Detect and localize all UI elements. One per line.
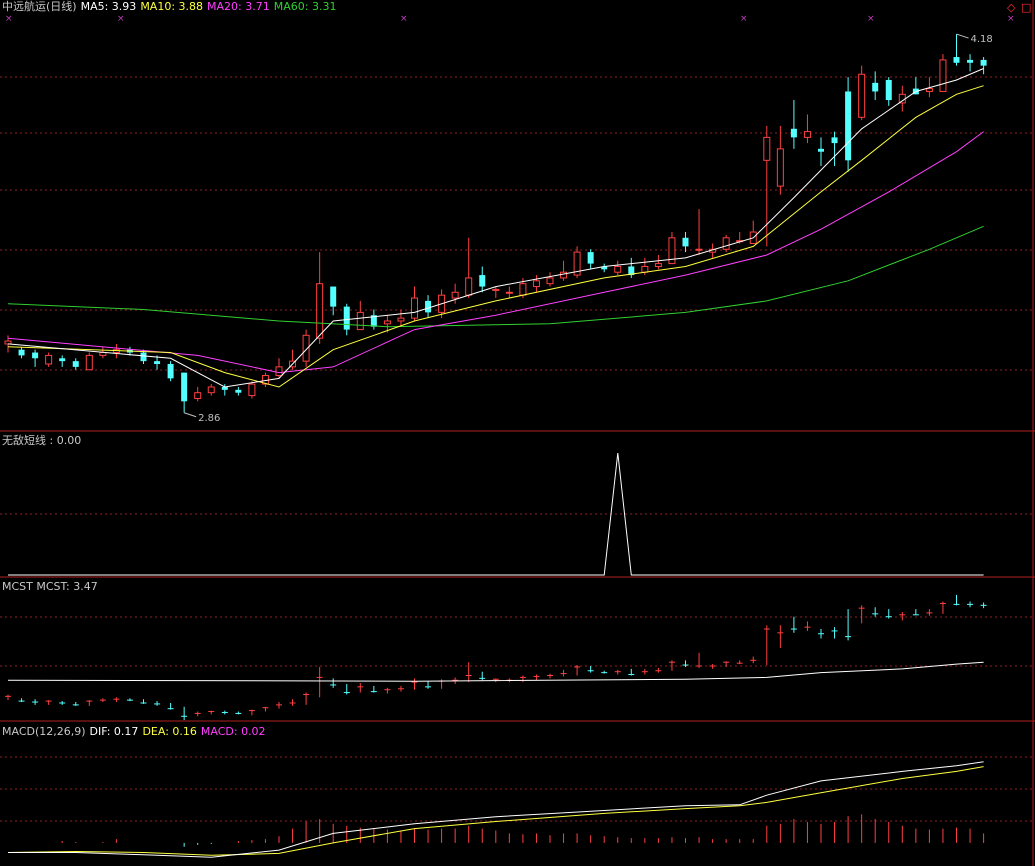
mcst-header: MCST MCST: 3.47 (2, 580, 102, 593)
candle-body (953, 57, 960, 63)
candle-body (831, 137, 838, 144)
candle-body (898, 93, 906, 104)
wudi-legend: 无敌短线 : 0.00 (2, 434, 82, 447)
event-marker: × (5, 14, 13, 24)
high-label: 4.18 (971, 34, 993, 45)
candle-body (85, 354, 93, 371)
main-candle-panel: 4.18 2.86 (4, 33, 993, 424)
candle-body (425, 300, 432, 313)
high-pointer (956, 33, 969, 39)
candle-body (302, 334, 310, 362)
dea-legend: DEA: 0.16 (142, 725, 197, 738)
event-marker: × (740, 14, 748, 24)
candle-body (356, 311, 364, 331)
main-header: 中远航运(日线) MA5: 3.93 MA10: 3.88 MA20: 3.71 MA6… (2, 0, 340, 13)
candle-body (275, 366, 283, 376)
wudi-header: 无敌短线 : 0.00 (2, 434, 85, 447)
candle-body (803, 131, 811, 138)
candle-body (397, 317, 405, 322)
event-marker: × (400, 14, 408, 24)
macd-panel (7, 761, 985, 858)
candle-body (858, 73, 866, 118)
candle-body (967, 59, 974, 63)
candle-body (154, 361, 161, 365)
candle-body (316, 283, 324, 339)
candle-body (45, 354, 53, 365)
candle-body (383, 320, 391, 325)
ma20-line (7, 131, 984, 374)
candle-body (546, 277, 554, 285)
mcst-panel (5, 594, 987, 721)
candle-body (872, 82, 879, 92)
ma5-line (7, 68, 984, 388)
candle-body (492, 288, 500, 291)
restore-icon[interactable]: □ (1021, 1, 1031, 14)
stock-title: 中远航运(日线) (2, 0, 77, 13)
candle-body (4, 340, 12, 345)
candle-body (465, 277, 473, 296)
candle-body (885, 79, 892, 101)
candle-body (776, 148, 784, 187)
candle-body (722, 237, 730, 250)
dif-legend: DIF: 0.17 (89, 725, 139, 738)
candle-body (925, 88, 933, 92)
low-pointer (183, 412, 197, 418)
macd-legend: MACD(12,26,9) (2, 725, 86, 738)
ma60-legend: MA60: 3.31 (273, 0, 337, 13)
macd-value-legend: MACD: 0.02 (200, 725, 266, 738)
candle-body (18, 349, 25, 356)
candle-body (32, 352, 39, 359)
candle-body (614, 265, 622, 273)
candle-body (519, 283, 527, 296)
mcst-legend: MCST MCST: 3.47 (2, 580, 98, 593)
candle-body (72, 361, 79, 367)
candle-body (818, 148, 824, 152)
candle-body (682, 237, 689, 247)
ma5-legend: MA5: 3.93 (80, 0, 137, 13)
low-label: 2.86 (198, 413, 220, 424)
candle-body (167, 364, 174, 379)
candle-body (343, 306, 350, 330)
candle-body (248, 383, 256, 397)
candle-body (845, 91, 852, 161)
candle-body (411, 297, 418, 319)
candle-body (560, 271, 568, 279)
diamond-icon[interactable]: ◇ (1007, 1, 1015, 14)
candle-body (235, 389, 242, 393)
event-marker: × (1007, 14, 1015, 24)
candle-body (451, 291, 459, 299)
candle-body (505, 291, 513, 294)
event-marker: × (117, 14, 125, 24)
candle-body (763, 136, 771, 161)
candle-body (587, 252, 594, 264)
candle-body (980, 59, 987, 66)
candle-body (479, 275, 486, 287)
candle-body (939, 59, 947, 92)
candle-body (140, 352, 147, 362)
candle-body (59, 358, 66, 362)
candle-body (207, 386, 215, 394)
candle-body (654, 263, 662, 267)
candle-body (330, 286, 337, 307)
ma20-legend: MA20: 3.71 (207, 0, 270, 13)
ma60-line (7, 225, 984, 328)
candle-body (181, 372, 188, 402)
macd-header: MACD(12,26,9) DIF: 0.17 DEA: 0.16 MACD: 0.0… (2, 725, 270, 738)
candle-body (695, 248, 703, 251)
ma10-line (7, 85, 984, 388)
candle-body (532, 280, 540, 288)
candle-body (641, 265, 649, 273)
candle-body (194, 392, 202, 399)
candle-body (790, 128, 797, 138)
ma10-legend: MA10: 3.88 (140, 0, 204, 13)
event-marker: × (867, 14, 875, 24)
